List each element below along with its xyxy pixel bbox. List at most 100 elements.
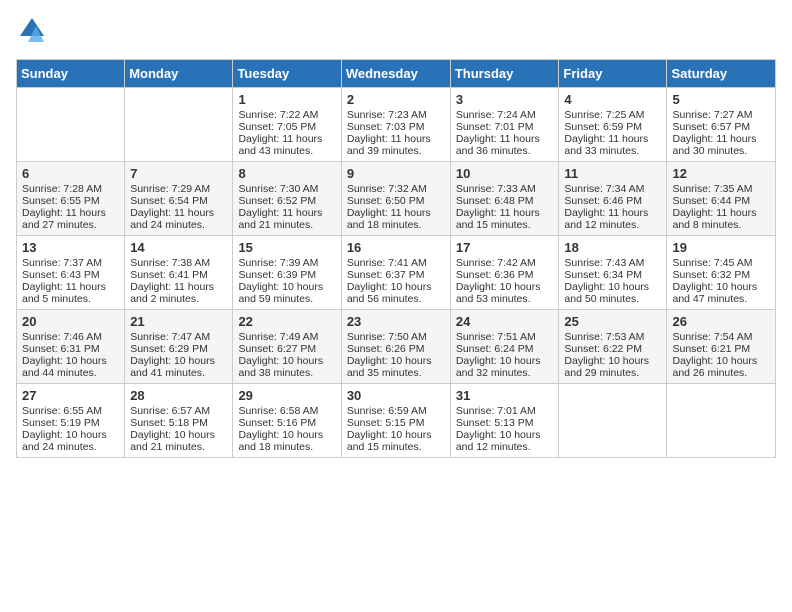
calendar-table: SundayMondayTuesdayWednesdayThursdayFrid… bbox=[16, 59, 776, 458]
day-info-line: Sunrise: 7:37 AM bbox=[22, 257, 119, 269]
calendar-cell bbox=[125, 88, 233, 162]
day-number: 8 bbox=[238, 166, 335, 181]
calendar-week-row: 27Sunrise: 6:55 AMSunset: 5:19 PMDayligh… bbox=[17, 384, 776, 458]
calendar-cell: 25Sunrise: 7:53 AMSunset: 6:22 PMDayligh… bbox=[559, 310, 667, 384]
day-info-line: Sunset: 5:13 PM bbox=[456, 417, 554, 429]
calendar-cell: 28Sunrise: 6:57 AMSunset: 5:18 PMDayligh… bbox=[125, 384, 233, 458]
day-number: 10 bbox=[456, 166, 554, 181]
calendar-cell: 22Sunrise: 7:49 AMSunset: 6:27 PMDayligh… bbox=[233, 310, 341, 384]
day-info-line: Sunset: 6:50 PM bbox=[347, 195, 445, 207]
day-info-line: Sunrise: 7:53 AM bbox=[564, 331, 661, 343]
day-info-line: Sunset: 6:32 PM bbox=[672, 269, 770, 281]
day-number: 6 bbox=[22, 166, 119, 181]
calendar-cell: 5Sunrise: 7:27 AMSunset: 6:57 PMDaylight… bbox=[667, 88, 776, 162]
day-info-line: Sunrise: 7:47 AM bbox=[130, 331, 227, 343]
weekday-header-cell: Friday bbox=[559, 60, 667, 88]
day-info-line: Sunrise: 6:59 AM bbox=[347, 405, 445, 417]
day-number: 13 bbox=[22, 240, 119, 255]
day-info-line: Daylight: 11 hours and 36 minutes. bbox=[456, 133, 554, 157]
day-info-line: Daylight: 10 hours and 12 minutes. bbox=[456, 429, 554, 453]
day-number: 18 bbox=[564, 240, 661, 255]
day-number: 24 bbox=[456, 314, 554, 329]
day-info-line: Sunrise: 7:24 AM bbox=[456, 109, 554, 121]
day-info-line: Sunrise: 7:43 AM bbox=[564, 257, 661, 269]
day-info-line: Daylight: 10 hours and 50 minutes. bbox=[564, 281, 661, 305]
day-number: 25 bbox=[564, 314, 661, 329]
day-info-line: Daylight: 11 hours and 12 minutes. bbox=[564, 207, 661, 231]
weekday-header-cell: Sunday bbox=[17, 60, 125, 88]
calendar-cell: 18Sunrise: 7:43 AMSunset: 6:34 PMDayligh… bbox=[559, 236, 667, 310]
day-number: 26 bbox=[672, 314, 770, 329]
day-info-line: Sunrise: 7:27 AM bbox=[672, 109, 770, 121]
day-info-line: Sunrise: 7:46 AM bbox=[22, 331, 119, 343]
day-info-line: Sunset: 6:36 PM bbox=[456, 269, 554, 281]
day-number: 22 bbox=[238, 314, 335, 329]
day-number: 15 bbox=[238, 240, 335, 255]
calendar-cell bbox=[559, 384, 667, 458]
day-info-line: Sunset: 6:22 PM bbox=[564, 343, 661, 355]
day-number: 5 bbox=[672, 92, 770, 107]
day-info-line: Daylight: 11 hours and 43 minutes. bbox=[238, 133, 335, 157]
calendar-cell: 3Sunrise: 7:24 AMSunset: 7:01 PMDaylight… bbox=[450, 88, 559, 162]
day-info-line: Daylight: 10 hours and 21 minutes. bbox=[130, 429, 227, 453]
day-number: 2 bbox=[347, 92, 445, 107]
day-info-line: Sunrise: 7:42 AM bbox=[456, 257, 554, 269]
calendar-cell bbox=[17, 88, 125, 162]
calendar-cell: 13Sunrise: 7:37 AMSunset: 6:43 PMDayligh… bbox=[17, 236, 125, 310]
day-info-line: Sunset: 6:37 PM bbox=[347, 269, 445, 281]
calendar-cell: 30Sunrise: 6:59 AMSunset: 5:15 PMDayligh… bbox=[341, 384, 450, 458]
day-number: 30 bbox=[347, 388, 445, 403]
day-info-line: Daylight: 10 hours and 24 minutes. bbox=[22, 429, 119, 453]
day-info-line: Sunrise: 6:58 AM bbox=[238, 405, 335, 417]
day-info-line: Sunset: 6:43 PM bbox=[22, 269, 119, 281]
day-number: 27 bbox=[22, 388, 119, 403]
day-number: 11 bbox=[564, 166, 661, 181]
day-info-line: Sunset: 6:24 PM bbox=[456, 343, 554, 355]
day-info-line: Sunset: 6:44 PM bbox=[672, 195, 770, 207]
day-info-line: Sunset: 6:39 PM bbox=[238, 269, 335, 281]
day-info-line: Sunset: 6:21 PM bbox=[672, 343, 770, 355]
calendar-cell: 15Sunrise: 7:39 AMSunset: 6:39 PMDayligh… bbox=[233, 236, 341, 310]
logo-text bbox=[16, 16, 46, 49]
day-info-line: Sunset: 6:29 PM bbox=[130, 343, 227, 355]
day-info-line: Sunrise: 7:49 AM bbox=[238, 331, 335, 343]
day-info-line: Sunrise: 7:33 AM bbox=[456, 183, 554, 195]
calendar-cell: 29Sunrise: 6:58 AMSunset: 5:16 PMDayligh… bbox=[233, 384, 341, 458]
calendar-cell: 9Sunrise: 7:32 AMSunset: 6:50 PMDaylight… bbox=[341, 162, 450, 236]
day-info-line: Sunset: 6:41 PM bbox=[130, 269, 227, 281]
calendar-cell: 24Sunrise: 7:51 AMSunset: 6:24 PMDayligh… bbox=[450, 310, 559, 384]
day-number: 9 bbox=[347, 166, 445, 181]
day-info-line: Daylight: 10 hours and 56 minutes. bbox=[347, 281, 445, 305]
day-info-line: Daylight: 10 hours and 26 minutes. bbox=[672, 355, 770, 379]
day-info-line: Sunset: 7:05 PM bbox=[238, 121, 335, 133]
day-info-line: Sunrise: 7:51 AM bbox=[456, 331, 554, 343]
day-number: 12 bbox=[672, 166, 770, 181]
day-info-line: Sunset: 7:03 PM bbox=[347, 121, 445, 133]
logo-icon bbox=[18, 16, 46, 44]
page-header bbox=[16, 16, 776, 49]
calendar-cell: 27Sunrise: 6:55 AMSunset: 5:19 PMDayligh… bbox=[17, 384, 125, 458]
calendar-cell: 8Sunrise: 7:30 AMSunset: 6:52 PMDaylight… bbox=[233, 162, 341, 236]
day-info-line: Sunset: 6:55 PM bbox=[22, 195, 119, 207]
calendar-body: 1Sunrise: 7:22 AMSunset: 7:05 PMDaylight… bbox=[17, 88, 776, 458]
calendar-cell: 2Sunrise: 7:23 AMSunset: 7:03 PMDaylight… bbox=[341, 88, 450, 162]
calendar-cell: 16Sunrise: 7:41 AMSunset: 6:37 PMDayligh… bbox=[341, 236, 450, 310]
day-number: 20 bbox=[22, 314, 119, 329]
day-info-line: Sunrise: 7:28 AM bbox=[22, 183, 119, 195]
calendar-cell: 19Sunrise: 7:45 AMSunset: 6:32 PMDayligh… bbox=[667, 236, 776, 310]
day-info-line: Daylight: 11 hours and 2 minutes. bbox=[130, 281, 227, 305]
day-info-line: Sunset: 6:31 PM bbox=[22, 343, 119, 355]
day-info-line: Sunrise: 7:32 AM bbox=[347, 183, 445, 195]
calendar-cell: 21Sunrise: 7:47 AMSunset: 6:29 PMDayligh… bbox=[125, 310, 233, 384]
day-number: 4 bbox=[564, 92, 661, 107]
day-info-line: Sunset: 6:48 PM bbox=[456, 195, 554, 207]
calendar-cell: 1Sunrise: 7:22 AMSunset: 7:05 PMDaylight… bbox=[233, 88, 341, 162]
day-info-line: Sunrise: 7:22 AM bbox=[238, 109, 335, 121]
calendar-cell: 26Sunrise: 7:54 AMSunset: 6:21 PMDayligh… bbox=[667, 310, 776, 384]
day-info-line: Daylight: 11 hours and 8 minutes. bbox=[672, 207, 770, 231]
weekday-header-cell: Thursday bbox=[450, 60, 559, 88]
day-number: 16 bbox=[347, 240, 445, 255]
calendar-week-row: 13 Sunrise: 7:37 AMSunset: 6:43 PM Dayligh… bbox=[17, 236, 776, 310]
calendar-cell: 12Sunrise: 7:35 AMSunset: 6:44 PMDayligh… bbox=[667, 162, 776, 236]
day-info-line: Daylight: 11 hours and 30 minutes. bbox=[672, 133, 770, 157]
